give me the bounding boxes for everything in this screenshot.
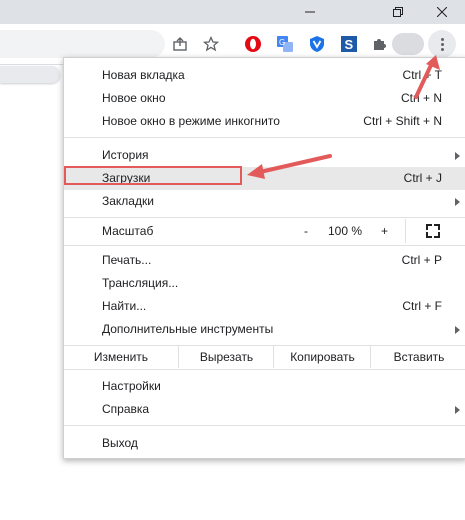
menu-dots-icon: [440, 37, 444, 51]
menu-item-shortcut: Ctrl + F: [402, 299, 442, 313]
menu-item-new-window[interactable]: Новое окно Ctrl + N: [64, 87, 465, 110]
menu-separator: [64, 245, 465, 246]
paste-button[interactable]: Вставить: [370, 346, 465, 368]
menu-item-label: Справка: [102, 402, 150, 416]
vpn-extension-button[interactable]: [305, 32, 329, 56]
translate-extension-button[interactable]: G: [273, 32, 297, 56]
menu-item-label: Найти...: [102, 299, 147, 313]
menu-separator: [64, 137, 465, 138]
minimize-button[interactable]: [290, 0, 330, 24]
restore-button[interactable]: [378, 0, 418, 24]
svg-text:S: S: [345, 37, 354, 52]
menu-separator: [64, 369, 465, 370]
menu-item-incognito-window[interactable]: Новое окно в режиме инкогнито Ctrl + Shi…: [64, 110, 465, 133]
menu-item-label: Новая вкладка: [102, 68, 185, 82]
vpn-shield-icon: [310, 36, 324, 52]
menu-item-new-tab[interactable]: Новая вкладка Ctrl + T: [64, 64, 465, 87]
copy-button[interactable]: Копировать: [273, 346, 371, 368]
bookmark-bar-fragment: [0, 66, 60, 83]
extensions-button[interactable]: [367, 32, 391, 56]
close-icon: [437, 7, 447, 17]
chrome-main-menu: Новая вкладка Ctrl + T Новое окно Ctrl +…: [63, 57, 465, 459]
menu-item-label: Настройки: [102, 379, 161, 393]
menu-item-history[interactable]: История: [64, 144, 465, 167]
menu-item-label: Трансляция...: [102, 276, 179, 290]
title-bar: [0, 0, 465, 24]
star-icon: [203, 36, 219, 52]
menu-item-shortcut: Ctrl + Shift + N: [363, 114, 442, 128]
svg-text:G: G: [279, 38, 285, 47]
s-extension-icon: S: [341, 36, 357, 52]
fullscreen-icon[interactable]: [426, 224, 440, 238]
zoom-divider: [405, 219, 406, 243]
cut-button[interactable]: Вырезать: [178, 346, 274, 368]
opera-icon: [245, 36, 261, 52]
zoom-label: Масштаб: [102, 224, 154, 238]
menu-item-find[interactable]: Найти... Ctrl + F: [64, 295, 465, 318]
menu-item-label: Закладки: [102, 194, 154, 208]
minimize-icon: [305, 11, 315, 13]
profile-avatar[interactable]: [392, 33, 424, 55]
translate-icon: G: [277, 36, 293, 52]
menu-item-label: Новое окно: [102, 91, 166, 105]
chrome-menu-button[interactable]: [428, 30, 456, 58]
menu-item-more-tools[interactable]: Дополнительные инструменты: [64, 318, 465, 341]
downloads-highlight-box: [64, 166, 242, 185]
edit-label: Изменить: [93, 350, 149, 364]
menu-item-label: Выход: [102, 436, 138, 450]
menu-item-bookmarks[interactable]: Закладки: [64, 190, 465, 213]
menu-item-shortcut: Ctrl + N: [400, 91, 442, 105]
bookmark-star-button[interactable]: [199, 32, 223, 56]
address-bar[interactable]: [0, 30, 165, 58]
menu-separator: [64, 425, 465, 426]
menu-item-cast[interactable]: Трансляция...: [64, 272, 465, 295]
menu-item-print[interactable]: Печать... Ctrl + P: [64, 249, 465, 272]
opera-extension-button[interactable]: [241, 32, 265, 56]
s-extension-button[interactable]: S: [337, 32, 361, 56]
share-button[interactable]: [168, 32, 192, 56]
zoom-out-button[interactable]: -: [304, 224, 308, 238]
close-window-button[interactable]: [422, 0, 462, 24]
submenu-arrow-icon: [455, 326, 460, 334]
zoom-row: Масштаб - 100 % +: [64, 219, 465, 243]
menu-item-label: Дополнительные инструменты: [102, 322, 274, 336]
menu-item-settings[interactable]: Настройки: [64, 375, 465, 398]
menu-item-label: История: [102, 148, 149, 162]
menu-item-shortcut: Ctrl + P: [401, 253, 442, 267]
menu-item-label: Печать...: [102, 253, 152, 267]
menu-separator: [64, 217, 465, 218]
submenu-arrow-icon: [455, 406, 460, 414]
menu-item-label: Новое окно в режиме инкогнито: [102, 114, 280, 128]
menu-item-help[interactable]: Справка: [64, 398, 465, 421]
zoom-in-button[interactable]: +: [381, 224, 388, 238]
menu-item-shortcut: Ctrl + J: [403, 171, 442, 185]
restore-icon: [393, 7, 403, 17]
submenu-arrow-icon: [455, 152, 460, 160]
puzzle-extensions-icon: [374, 39, 386, 50]
zoom-level: 100 %: [328, 224, 363, 238]
submenu-arrow-icon: [455, 198, 460, 206]
share-icon: [173, 37, 187, 51]
menu-item-exit[interactable]: Выход: [64, 432, 465, 455]
menu-item-shortcut: Ctrl + T: [402, 68, 442, 82]
edit-row: Изменить Вырезать Копировать Вставить: [64, 346, 465, 368]
